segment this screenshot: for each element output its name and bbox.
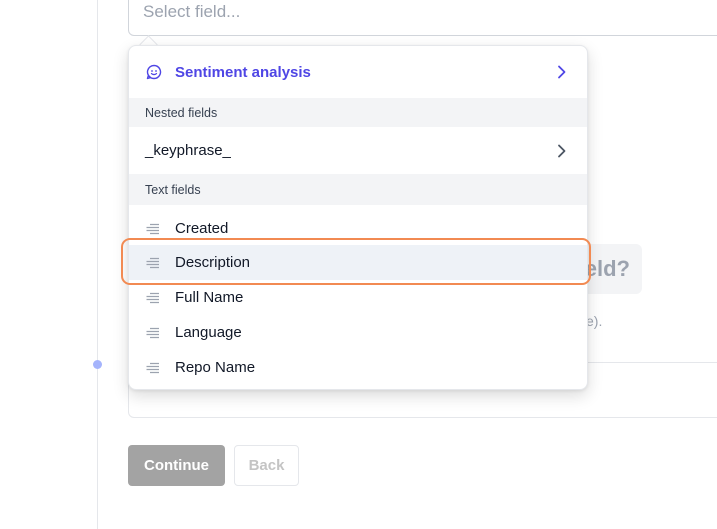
nested-item-keyphrase[interactable]: _keyphrase_ — [129, 127, 587, 174]
smiley-icon — [146, 64, 162, 80]
text-lines-icon — [146, 223, 160, 235]
field-select[interactable]: Select field... — [128, 0, 717, 36]
section-text-fields: Text fields — [129, 174, 587, 205]
text-field-label: Language — [175, 324, 242, 341]
text-field-item[interactable]: Language — [129, 315, 587, 350]
text-field-label: Repo Name — [175, 359, 256, 376]
note-fragment: e). — [586, 313, 603, 329]
continue-button[interactable]: Continue — [128, 445, 225, 486]
text-field-item[interactable]: Full Name — [129, 280, 587, 315]
chevron-right-icon — [557, 65, 567, 79]
select-placeholder: Select field... — [143, 2, 241, 21]
text-field-label: Full Name — [175, 289, 244, 306]
nested-item-label: _keyphrase_ — [145, 142, 231, 159]
sentiment-analysis-label: Sentiment analysis — [175, 63, 311, 81]
text-lines-icon — [146, 327, 160, 339]
section-nested-fields: Nested fields — [129, 98, 587, 127]
text-field-item[interactable]: Repo Name — [129, 350, 587, 385]
text-lines-icon — [146, 292, 160, 304]
chevron-right-icon — [557, 144, 567, 158]
sentiment-analysis-item[interactable]: Sentiment analysis — [129, 46, 587, 98]
text-lines-icon — [146, 362, 160, 374]
timeline-line — [97, 0, 98, 529]
question-text: eld? — [584, 256, 630, 281]
timeline-dot — [93, 360, 102, 369]
text-field-label: Created — [175, 220, 229, 237]
back-button[interactable]: Back — [234, 445, 299, 486]
field-dropdown: Sentiment analysis Nested fields _keyphr… — [128, 45, 588, 390]
selection-highlight — [121, 238, 591, 285]
